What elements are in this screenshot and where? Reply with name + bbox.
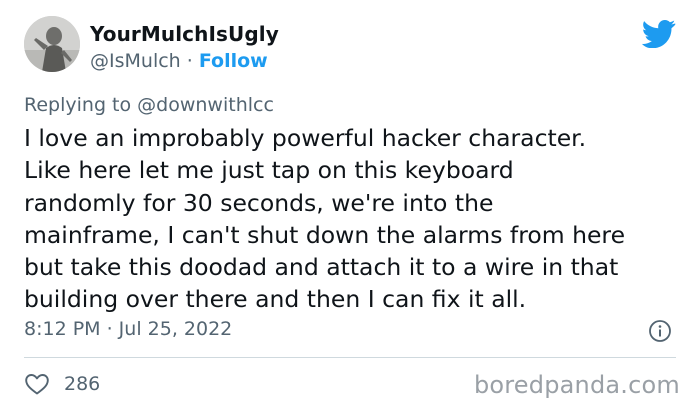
tweet-text-line: I love an improbably powerful hacker cha… (24, 124, 587, 152)
info-icon[interactable] (648, 319, 672, 343)
follow-link[interactable]: Follow (199, 50, 268, 72)
tweet-text-line: randomly for 30 seconds, we're into the (24, 188, 494, 217)
handle-separator: · (180, 50, 199, 72)
user-handle[interactable]: @IsMulch (90, 50, 181, 72)
tweet-text: I love an improbably powerful hacker cha… (24, 122, 684, 316)
replying-to: Replying to @downwithlcc (24, 94, 274, 116)
tweet-text-line: mainframe, I can't shut down the alarms … (24, 220, 626, 249)
heart-icon (25, 374, 49, 395)
tweet-card: YourMulchIsUgly @IsMulch · Follow Replyi… (0, 0, 700, 410)
twitter-bird-icon[interactable] (642, 20, 676, 48)
replying-prefix: Replying to (24, 94, 138, 116)
tweet-text-line: but take this doodad and attach it to a … (24, 253, 619, 282)
like-count: 286 (64, 373, 101, 395)
reply-mention-link[interactable]: @downwithlcc (137, 94, 274, 116)
timestamp-link[interactable]: 8:12 PM · Jul 25, 2022 (24, 318, 232, 340)
avatar[interactable] (24, 16, 80, 72)
handle-line: @IsMulch · Follow (90, 50, 268, 72)
display-name[interactable]: YourMulchIsUgly (90, 22, 279, 46)
avatar-image (24, 16, 80, 72)
tweet-text-line: building over there and then I can fix i… (24, 285, 527, 314)
like-button[interactable]: 286 (24, 372, 100, 396)
tweet-text-line: Like here let me just tap on this keyboa… (24, 156, 514, 185)
divider (24, 357, 676, 358)
watermark: boredpanda.com (473, 371, 680, 399)
